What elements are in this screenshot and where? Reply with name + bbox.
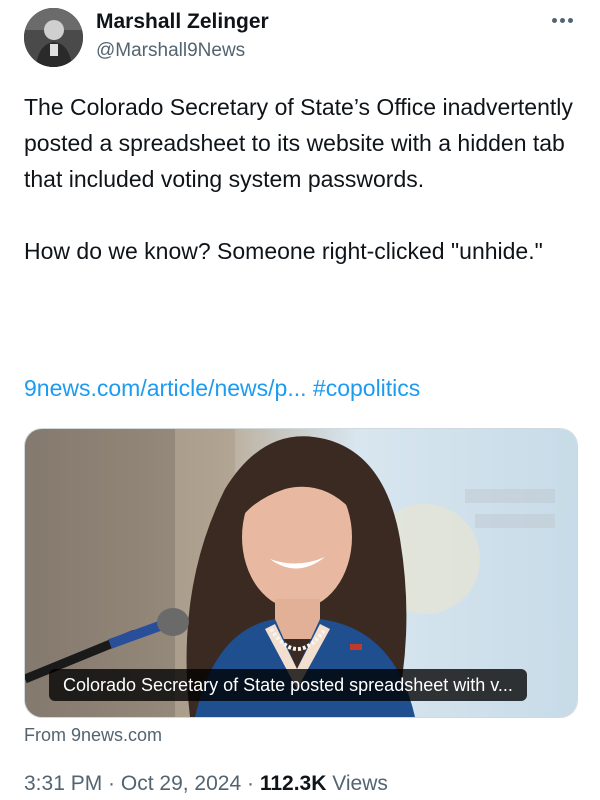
meta-separator: · <box>102 772 121 795</box>
tweet-links: 9news.com/article/news/p... #copolitics <box>24 375 420 402</box>
link-card[interactable]: Colorado Secretary of State posted sprea… <box>24 428 578 718</box>
tweet-text: The Colorado Secretary of State’s Office… <box>24 94 573 264</box>
tweet-time[interactable]: 3:31 PM <box>24 772 102 795</box>
article-link[interactable]: 9news.com/article/news/p... <box>24 375 307 401</box>
tweet-date[interactable]: Oct 29, 2024 <box>121 772 241 795</box>
card-source[interactable]: From 9news.com <box>24 725 162 746</box>
author-handle[interactable]: @Marshall9News <box>96 40 245 62</box>
views-label: Views <box>332 772 388 795</box>
avatar[interactable] <box>24 8 83 67</box>
views-count: 112.3K <box>259 772 327 795</box>
tweet-meta: 3:31 PM · Oct 29, 2024 · 112.3K Views <box>24 772 388 796</box>
meta-separator-2: · <box>241 772 260 795</box>
more-options-icon[interactable] <box>540 6 580 34</box>
card-caption: Colorado Secretary of State posted sprea… <box>49 669 527 701</box>
author-name[interactable]: Marshall Zelinger <box>96 10 269 34</box>
hashtag-link[interactable]: #copolitics <box>313 375 420 401</box>
